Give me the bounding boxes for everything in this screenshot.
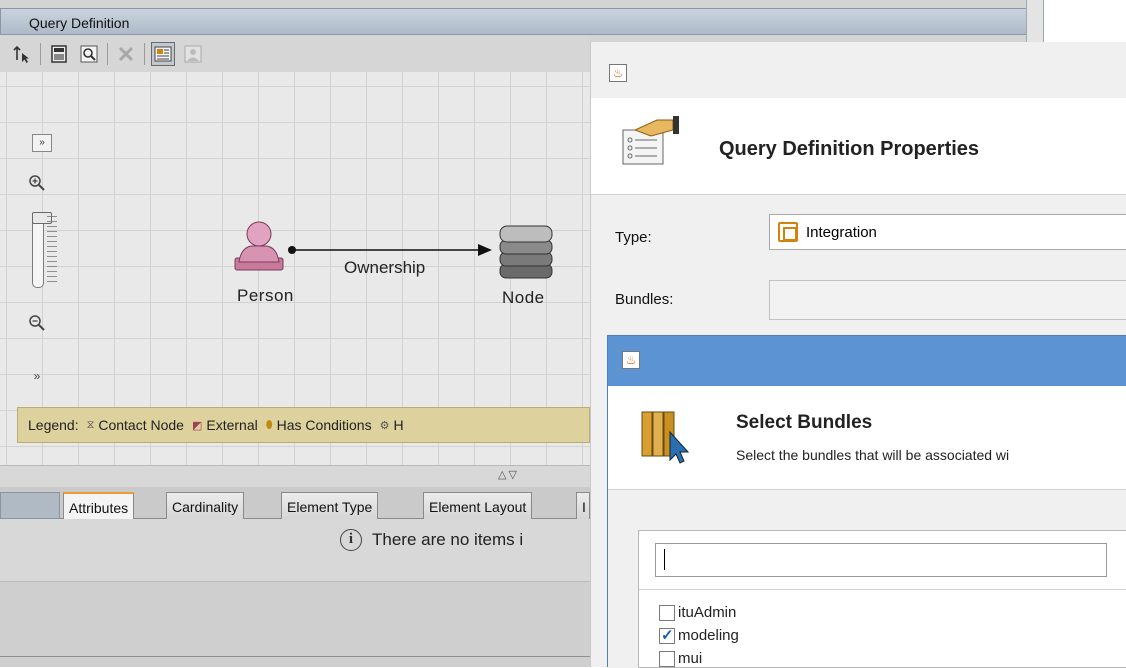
collapse-panel-icon[interactable]: » (15, 369, 59, 383)
dialog-header: Query Definition Properties (591, 98, 1126, 195)
node-node-label: Node (502, 288, 545, 307)
legend-item-has-conditions: ⬮ Has Conditions (265, 417, 372, 433)
edge-label: Ownership (344, 258, 426, 277)
person-node-label: Person (237, 286, 294, 305)
list-item[interactable]: ituAdmin (659, 604, 736, 621)
window-title: Query Definition (29, 15, 130, 31)
toolbar-separator (107, 43, 108, 65)
select-bundles-dialog: ♨ Select Bundles Select the bundles that… (607, 335, 1126, 668)
legend-bar: Legend: ⧖ Contact Node ◩ External ⬮ Has … (17, 407, 590, 443)
legend-item-external: ◩ External (191, 417, 258, 433)
bundles-header: Select Bundles Select the bundles that w… (608, 386, 1126, 490)
java-icon: ♨ (609, 64, 627, 82)
person-node[interactable] (226, 218, 292, 275)
zoom-in-icon[interactable] (15, 174, 59, 195)
tab-cardinality[interactable]: Cardinality (166, 492, 245, 519)
zoom-out-icon[interactable] (15, 314, 59, 335)
query-canvas[interactable]: » » Person Ownership Node Legend: ⧖ Cont… (0, 72, 590, 465)
tab-element-type[interactable]: Element Type (281, 492, 379, 519)
type-value: Integration (806, 223, 877, 241)
legend-prefix: Legend: (28, 417, 79, 433)
toolbar-separator (144, 43, 145, 65)
attributes-panel: i There are no items i (0, 519, 590, 581)
divider (0, 656, 590, 657)
list-item[interactable]: modeling (659, 626, 739, 644)
zoom-slider[interactable] (32, 212, 52, 288)
bundles-icon (641, 411, 690, 464)
database-node-icon (499, 225, 553, 279)
bundle-checkbox-ituadmin[interactable] (659, 604, 675, 621)
has-conditions-icon: ⬮ (265, 418, 273, 431)
bundles-title: Select Bundles (736, 412, 873, 433)
zoom-slider-ticks (47, 216, 57, 286)
bundle-filter-input[interactable] (655, 543, 1107, 577)
bundles-title-bar: ♨ (608, 336, 1126, 386)
list-item[interactable]: mui (659, 650, 702, 667)
divider (639, 589, 1126, 590)
user-icon[interactable] (181, 42, 205, 66)
tab-spacer (0, 492, 60, 519)
bottom-panel (0, 581, 590, 667)
delete-icon[interactable] (114, 42, 138, 66)
select-arrow-icon[interactable] (10, 42, 34, 66)
contact-node-icon: ⧖ (86, 418, 95, 431)
person-node-icon (234, 221, 284, 271)
dialog-title-bar: ♨ (591, 42, 1126, 98)
properties-hand-icon (622, 116, 679, 165)
bundle-checkbox-mui[interactable] (659, 650, 675, 667)
legend-item-truncated: ⚙ H (379, 417, 404, 433)
text-caret (664, 549, 665, 570)
legend-item-contact-node: ⧖ Contact Node (86, 417, 184, 433)
dialog-title: Query Definition Properties (719, 138, 980, 160)
gear-icon: ⚙ (379, 419, 390, 432)
details-tabs: Attributes Cardinality Element Type Elem… (0, 487, 590, 519)
tab-attributes[interactable]: Attributes (63, 492, 135, 519)
window-title-bar: Query Definition (0, 8, 1028, 35)
tab-truncated[interactable]: I (576, 492, 590, 519)
bundles-subtitle: Select the bundles that will be associat… (736, 447, 1010, 463)
node-node[interactable] (496, 222, 556, 283)
bundles-body: ituAdmin modeling mui (608, 490, 1126, 668)
type-label: Type: (615, 229, 652, 246)
panel-splitter[interactable]: △▽ (0, 465, 590, 487)
properties-icon[interactable] (151, 42, 175, 66)
java-icon: ♨ (622, 351, 640, 369)
toolbar-separator (40, 43, 41, 65)
find-icon[interactable] (77, 42, 101, 66)
info-icon: i (340, 529, 362, 551)
integration-icon (778, 222, 798, 242)
bundles-field[interactable] (769, 280, 1126, 320)
calculator-icon[interactable] (47, 42, 71, 66)
bundles-list-panel: ituAdmin modeling mui (638, 530, 1126, 668)
empty-message: There are no items i (372, 530, 524, 549)
split-arrows-icon[interactable]: △▽ (498, 468, 519, 481)
bundles-label: Bundles: (615, 291, 674, 308)
editor-toolbar (0, 36, 590, 72)
bundle-checkbox-modeling[interactable] (659, 626, 675, 644)
expand-panel-icon[interactable]: » (32, 134, 52, 152)
external-icon: ◩ (191, 419, 203, 432)
ownership-edge[interactable] (288, 240, 498, 260)
type-select[interactable]: Integration (769, 214, 1126, 250)
tab-element-layout[interactable]: Element Layout (423, 492, 533, 519)
